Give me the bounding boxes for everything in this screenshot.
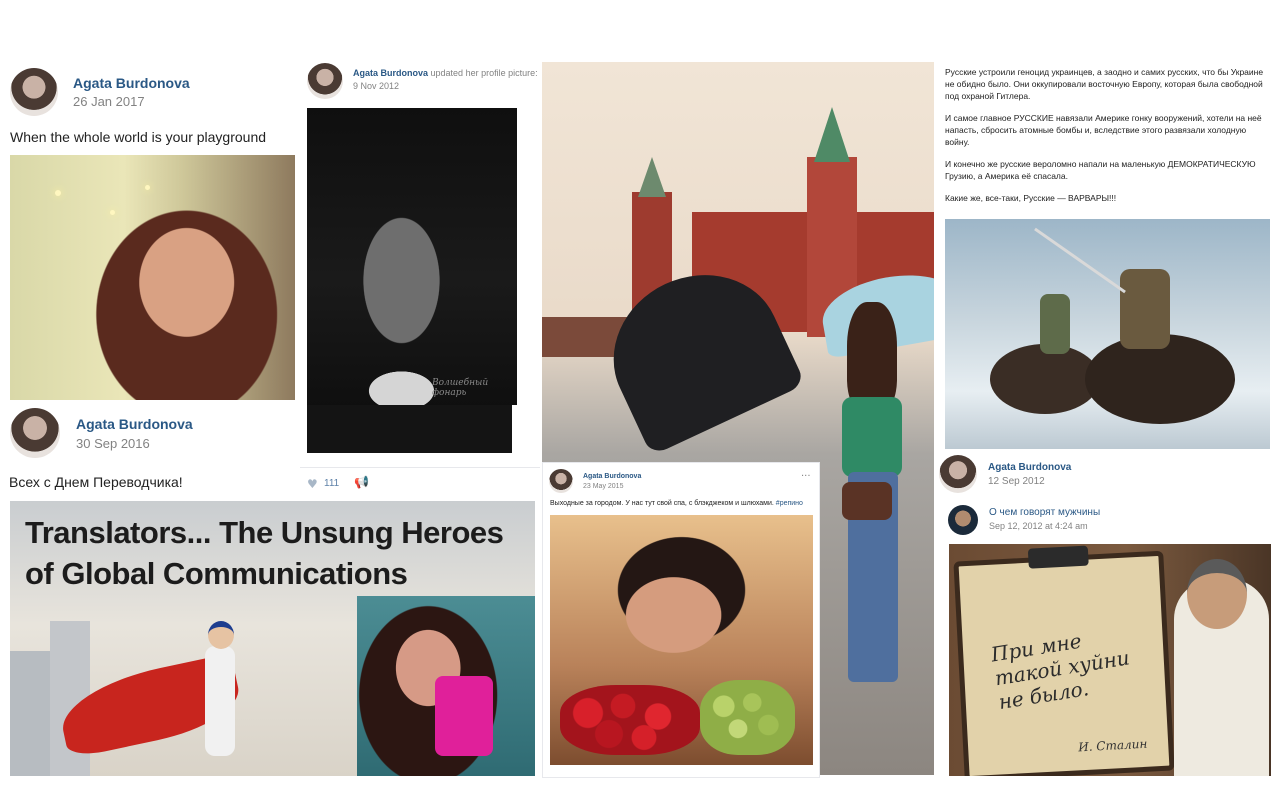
clipboard-clip [1027, 545, 1089, 569]
post-text: Всех с Днем Переводчика! [9, 474, 183, 490]
strawberries [560, 685, 700, 755]
post-action: updated her profile picture: [430, 68, 538, 78]
post-text: Выходные за городом. У нас тут свой спа,… [550, 500, 819, 507]
post-footer: ♥ 111 📢 [300, 405, 540, 495]
repost-date[interactable]: Sep 12, 2012 at 4:24 am [989, 521, 1088, 531]
brown-bag [842, 482, 892, 520]
post-text-body: Выходные за городом. У нас тут свой спа,… [550, 500, 774, 507]
woman-hair [847, 302, 897, 412]
post-paragraph: И конечно же русские вероломно напали на… [945, 159, 1256, 181]
post-paragraph: И самое главное РУССКИЕ навязали Америке… [945, 113, 1262, 147]
banner-headline-1: Translators... The Unsung Heroes [25, 515, 504, 550]
like-count: 111 [324, 478, 340, 489]
avatar[interactable] [549, 469, 573, 493]
profile-photo[interactable]: Волшебный фонарь [307, 108, 517, 405]
post-banner-image[interactable]: Translators... The Unsung Heroes of Glob… [10, 501, 535, 776]
selfie-inset-photo[interactable] [357, 596, 535, 776]
stalin-poster[interactable]: При мне такой хуйни не было. И. Сталин [949, 544, 1271, 776]
superhero-figure [205, 646, 235, 756]
stalin-head [1187, 559, 1247, 629]
post-card-4: Agata Burdonova 23 May 2015 ··· Выходные… [542, 462, 820, 778]
repost-author-name[interactable]: О чем говорят мужчины [989, 507, 1100, 518]
photo-watermark: Волшебный фонарь [432, 378, 489, 398]
author-name[interactable]: Agata Burdonova [583, 473, 641, 480]
post-date[interactable]: 30 Sep 2016 [76, 436, 150, 451]
post-date[interactable]: 23 May 2015 [583, 483, 623, 490]
pink-phone [435, 676, 493, 756]
author-name[interactable]: Agata Burdonova [353, 68, 428, 78]
rider [1120, 269, 1170, 349]
author-name[interactable]: Agata Burdonova [76, 416, 193, 432]
post-text: Русские устроили геноцид украинцев, а за… [945, 66, 1270, 214]
signature: И. Сталин [1077, 736, 1148, 755]
post-card-2: Agata Burdonova updated her profile pict… [300, 60, 540, 405]
grapes [700, 680, 795, 755]
avatar[interactable] [10, 68, 58, 116]
post-paragraph: Русские устроили геноцид украинцев, а за… [945, 67, 1264, 101]
banner-headline-2: of Global Communications [25, 556, 408, 591]
repost-avatar[interactable] [948, 505, 978, 535]
post-date[interactable]: 9 Nov 2012 [353, 81, 399, 91]
avatar[interactable] [10, 408, 60, 458]
post-header: Agata Burdonova updated her profile pict… [353, 68, 538, 78]
avatar[interactable] [939, 455, 977, 493]
share-icon[interactable]: 📢 [354, 475, 369, 489]
avatar[interactable] [307, 63, 343, 99]
superhero-head [208, 621, 234, 649]
rider [1040, 294, 1070, 354]
post-photo[interactable] [10, 155, 295, 400]
post-date[interactable]: 12 Sep 2012 [988, 476, 1045, 487]
clipboard: При мне такой хуйни не было. И. Сталин [953, 545, 1175, 776]
bears-illustration[interactable] [945, 219, 1270, 449]
hashtag-link[interactable]: #репино [776, 500, 803, 507]
post-date[interactable]: 26 Jan 2017 [73, 94, 145, 109]
woman-top [842, 397, 902, 477]
post-card-1: Agata Burdonova 26 Jan 2017 When the who… [0, 60, 300, 405]
author-name[interactable]: Agata Burdonova [73, 75, 190, 91]
more-options-icon[interactable]: ··· [801, 471, 811, 482]
bear [990, 344, 1100, 414]
quote-text: При мне такой хуйни не было. [989, 628, 1132, 715]
strawberries-photo[interactable] [550, 515, 813, 765]
heart-icon[interactable]: ♥ [307, 477, 318, 491]
sabre [1034, 227, 1126, 294]
post-text: When the whole world is your playground [10, 129, 267, 145]
tower-spire [638, 157, 666, 197]
post-paragraph: Какие же, все-таки, Русские — ВАРВАРЫ!!! [945, 193, 1117, 203]
post-card-5: Русские устроили геноцид украинцев, а за… [940, 62, 1275, 452]
post-card-6: Agata Burdonova 12 Sep 2012 О чем говоря… [936, 452, 1280, 788]
tower-spire [814, 107, 850, 162]
author-name[interactable]: Agata Burdonova [988, 462, 1071, 473]
